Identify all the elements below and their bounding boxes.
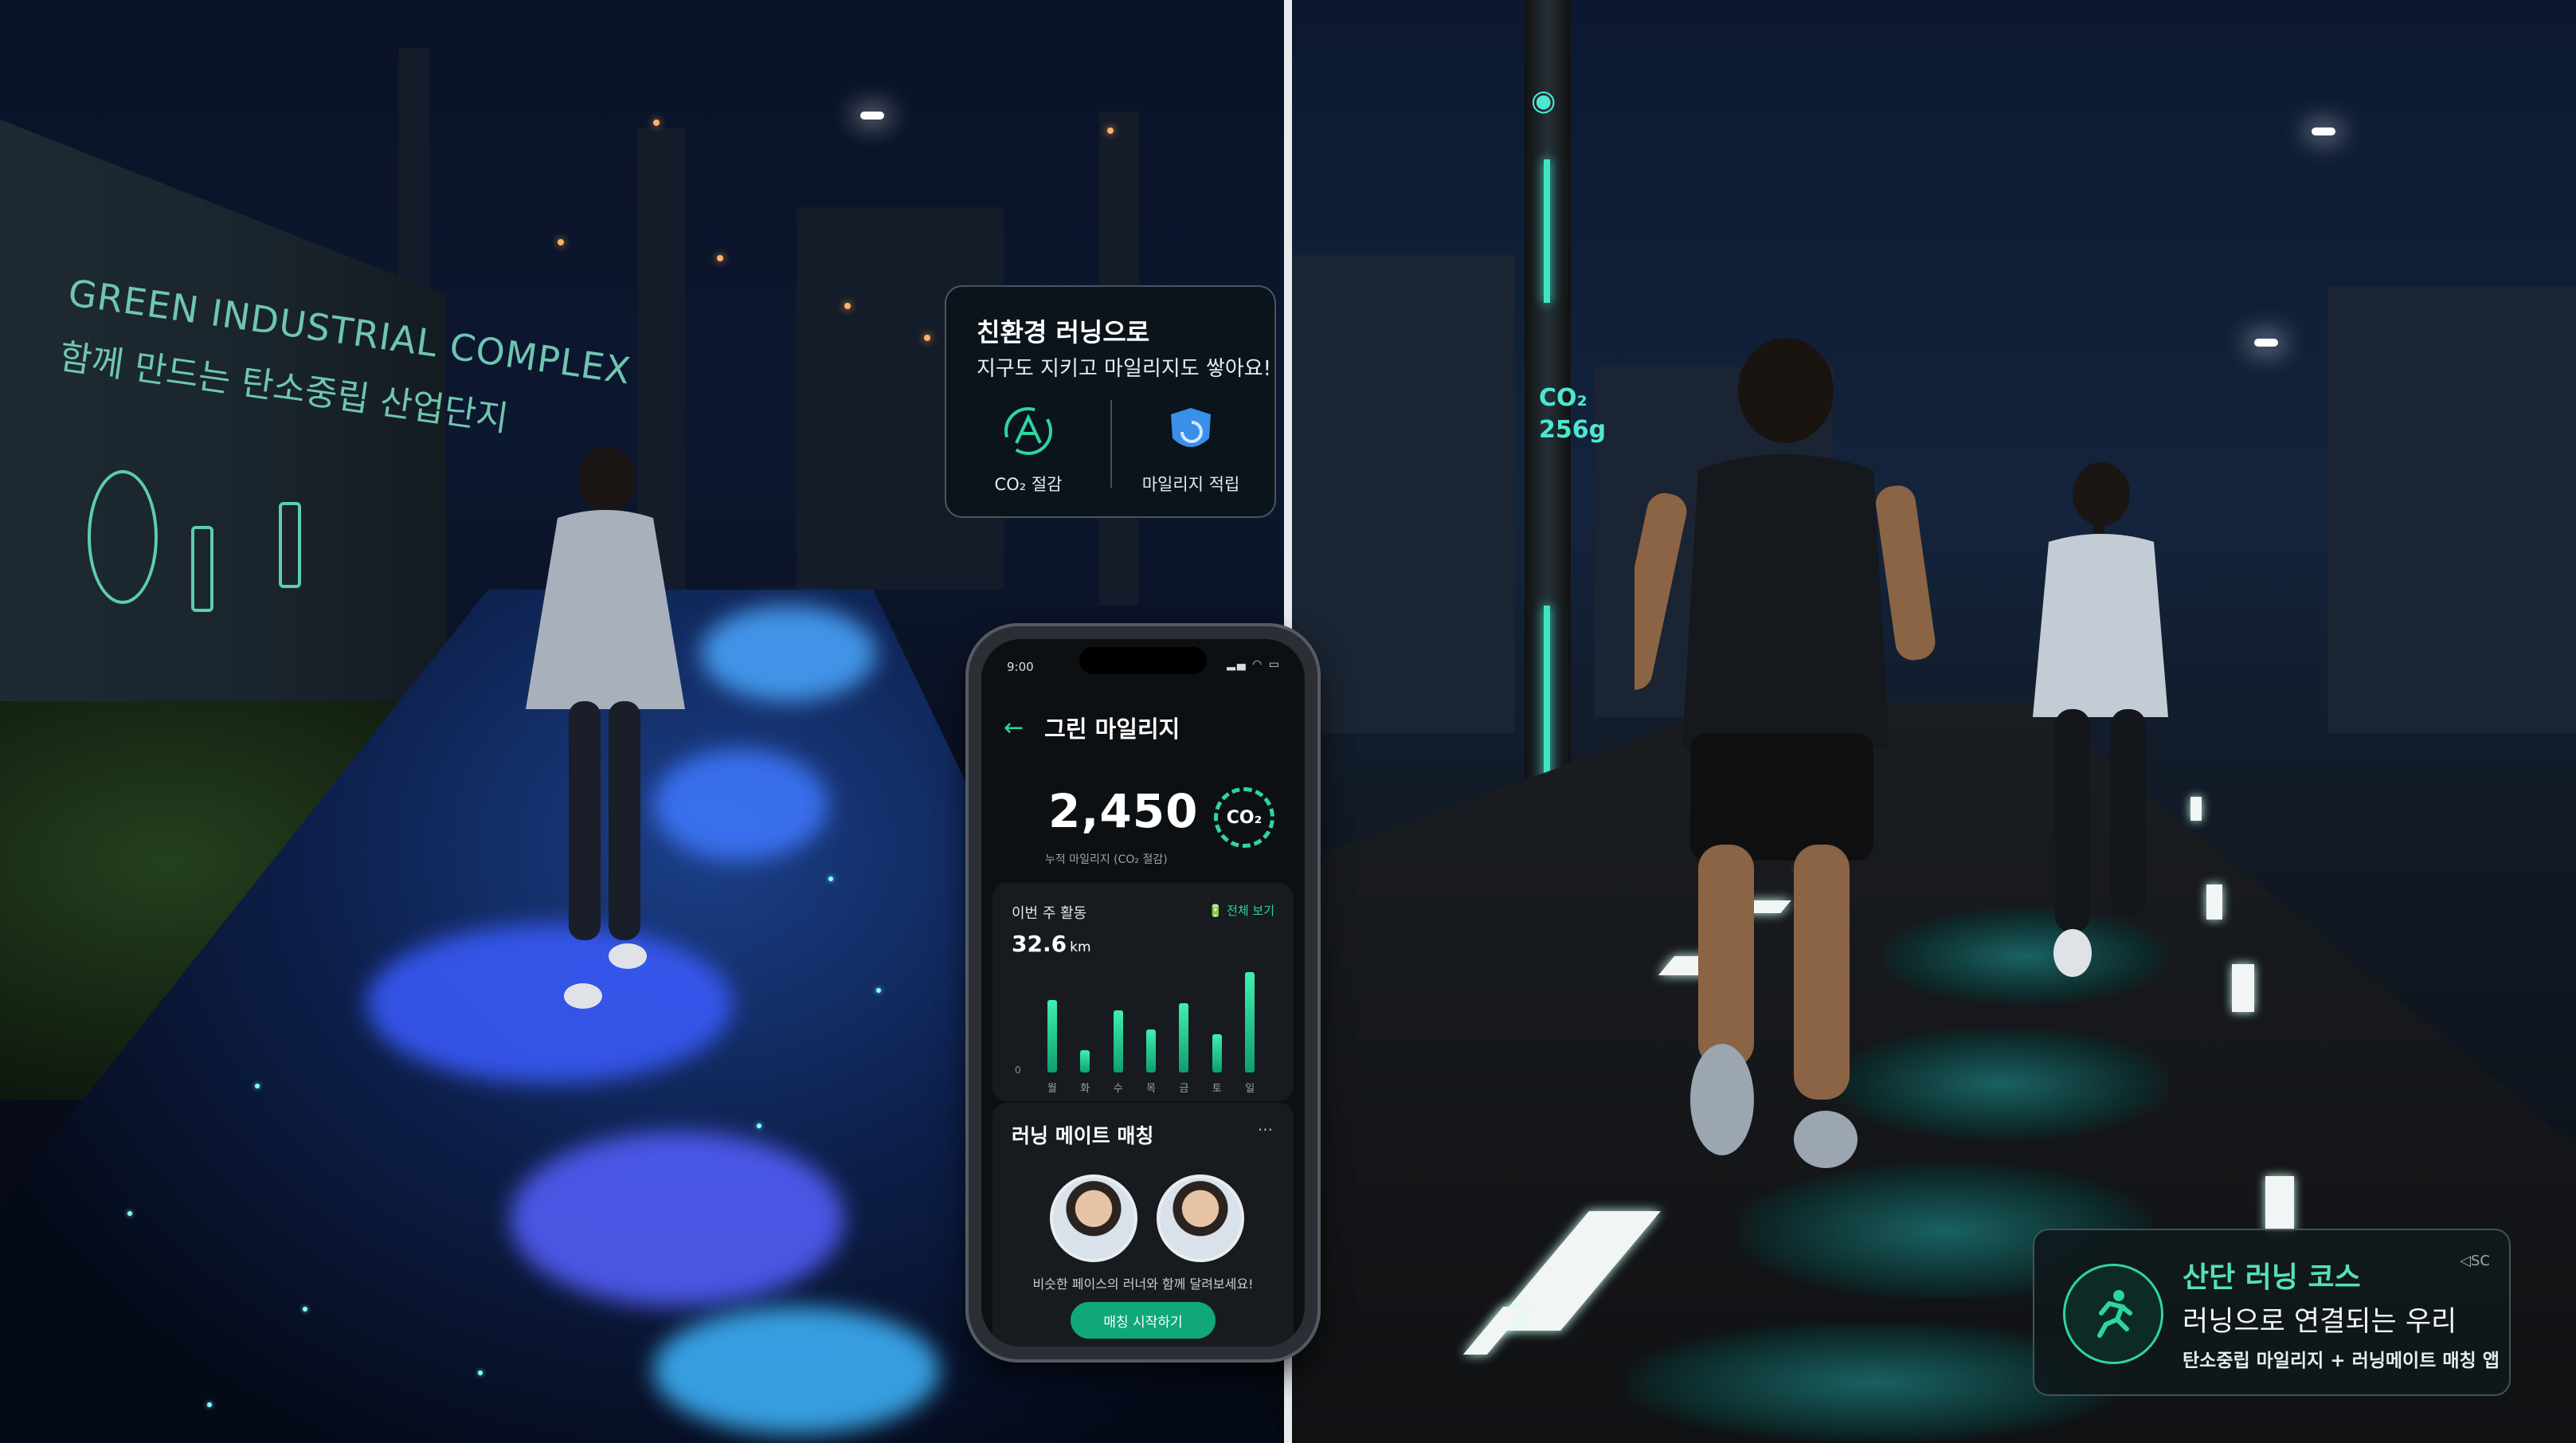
more-icon[interactable]: ··· [1258, 1120, 1273, 1139]
mate-description: 비슷한 페이스의 러너와 함께 달려보세요! [1032, 1276, 1254, 1292]
street-lamp [2254, 339, 2278, 347]
weekly-title: 이번 주 활동 [1012, 905, 1087, 922]
pole-display: CO₂ 256g [1539, 382, 1606, 446]
wind-turbine-icon [279, 502, 301, 588]
avatar[interactable] [1157, 1174, 1244, 1262]
lane-marking [2190, 797, 2202, 821]
runner-icon [2063, 1264, 2163, 1364]
app-screen: 9:00 ▂▄ ◠ ▭ ← 그린 마일리지 2,450 CO₂ 누적 마일리지 … [981, 639, 1305, 1347]
badge-subtitle: 러닝으로 연결되는 우리 [2183, 1306, 2457, 1338]
runner-man [1634, 338, 1936, 1168]
chart-bar [1212, 1034, 1222, 1072]
view-all-link[interactable]: 🔋 전체 보기 [1208, 902, 1274, 919]
weekly-activity-card: 이번 주 활동 🔋 전체 보기 32.6 km 0 월 화 수 목 금 토 일 [992, 883, 1294, 1101]
feature-co2: CO₂ 절감 [961, 403, 1096, 496]
chart-bar [1080, 1049, 1090, 1072]
co2-reduction-icon [1000, 403, 1056, 459]
glow-stream [701, 606, 876, 701]
smart-pole: ◉ CO₂ 256g [1525, 0, 1606, 829]
smartphone: 9:00 ▂▄ ◠ ▭ ← 그린 마일리지 2,450 CO₂ 누적 마일리지 … [969, 626, 1317, 1359]
wifi-icon: ◉ [1531, 84, 1556, 117]
distance-unit: km [1070, 939, 1091, 955]
status-icons: ▂▄ ◠ ▭ [1227, 658, 1281, 671]
app-header: ← 그린 마일리지 [1004, 711, 1180, 744]
street-lamp [2312, 127, 2335, 135]
walker-woman [526, 446, 685, 1009]
chart-bar [1146, 1029, 1156, 1072]
chart-bar [1113, 1010, 1123, 1072]
divider [1110, 400, 1112, 488]
back-arrow-icon[interactable]: ← [1004, 714, 1024, 742]
feature-mileage-label: 마일리지 적립 [1141, 475, 1240, 494]
leaf-icon [88, 470, 158, 604]
mileage-value: 2,450 [1048, 784, 1199, 838]
weekly-bar-chart: 0 월 화 수 목 금 토 일 [1015, 969, 1266, 1095]
x-tick-label: 월 [1047, 1083, 1057, 1095]
running-course-badge: 산단 러닝 코스 러닝으로 연결되는 우리 탄소중립 마일리지 + 러닝메이트 … [2033, 1229, 2511, 1396]
distance-value: 32.6 [1012, 931, 1067, 957]
badge-title: 산단 러닝 코스 [2183, 1261, 2361, 1294]
mate-title: 러닝 메이트 매칭 [1012, 1124, 1154, 1147]
callout-subtitle: 지구도 지키고 마일리지도 쌓아요! [977, 357, 1272, 381]
wind-turbine-icon [191, 526, 213, 612]
eco-running-callout: 친환경 러닝으로 지구도 지키고 마일리지도 쌓아요! CO₂ 절감 마일리지 … [945, 285, 1276, 518]
chart-bar [1047, 1000, 1057, 1072]
start-matching-button[interactable]: 매칭 시작하기 [1071, 1302, 1216, 1339]
x-tick-label: 수 [1113, 1083, 1123, 1095]
co2-badge: CO₂ [1214, 787, 1274, 848]
x-tick-label: 목 [1146, 1083, 1156, 1095]
x-tick-label: 일 [1245, 1083, 1255, 1095]
avatar[interactable] [1050, 1174, 1137, 1262]
pole-co2-value: 256g [1539, 416, 1607, 444]
y-axis-zero: 0 [1015, 1065, 1021, 1076]
app-title: 그린 마일리지 [1044, 716, 1180, 743]
mileage-caption: 누적 마일리지 (CO₂ 절감) [1045, 853, 1168, 866]
mileage-shield-icon [1163, 403, 1219, 459]
brand-logo: ◁SC [2460, 1253, 2490, 1269]
building [2327, 287, 2576, 733]
glow-stream [510, 1131, 844, 1307]
weekly-distance: 32.6 km [1012, 931, 1091, 957]
feature-co2-label: CO₂ 절감 [994, 475, 1063, 494]
x-tick-label: 화 [1080, 1083, 1090, 1095]
dynamic-island [1079, 647, 1207, 674]
chart-bar [1179, 1003, 1189, 1072]
street-lamp [860, 112, 884, 120]
composite-image: GREEN INDUSTRIAL COMPLEX 함께 만드는 탄소중립 산업단… [0, 0, 2576, 1443]
x-tick-label: 금 [1179, 1083, 1189, 1095]
right-scene: ◉ CO₂ 256g 산단 러닝 코스 러닝으로 연결되는 우리 탄소중립 마일… [1292, 0, 2576, 1443]
lane-marking [2265, 1176, 2294, 1232]
x-tick-label: 토 [1212, 1083, 1222, 1095]
runner-woman [2033, 462, 2168, 977]
lane-marking [2206, 884, 2222, 920]
status-time: 9:00 [1007, 660, 1034, 674]
badge-description: 탄소중립 마일리지 + 러닝메이트 매칭 앱 [2183, 1351, 2500, 1371]
glow-stream [653, 1307, 940, 1434]
pole-co2-label: CO₂ [1539, 384, 1587, 412]
chart-bar [1245, 972, 1255, 1072]
feature-mileage: 마일리지 적립 [1123, 403, 1259, 496]
callout-title: 친환경 러닝으로 [977, 317, 1150, 347]
lane-marking [2232, 964, 2254, 1012]
running-mate-card: 러닝 메이트 매칭 ··· 비슷한 페이스의 러너와 함께 달려보세요! 매칭 … [992, 1103, 1294, 1347]
building [1292, 255, 1515, 733]
